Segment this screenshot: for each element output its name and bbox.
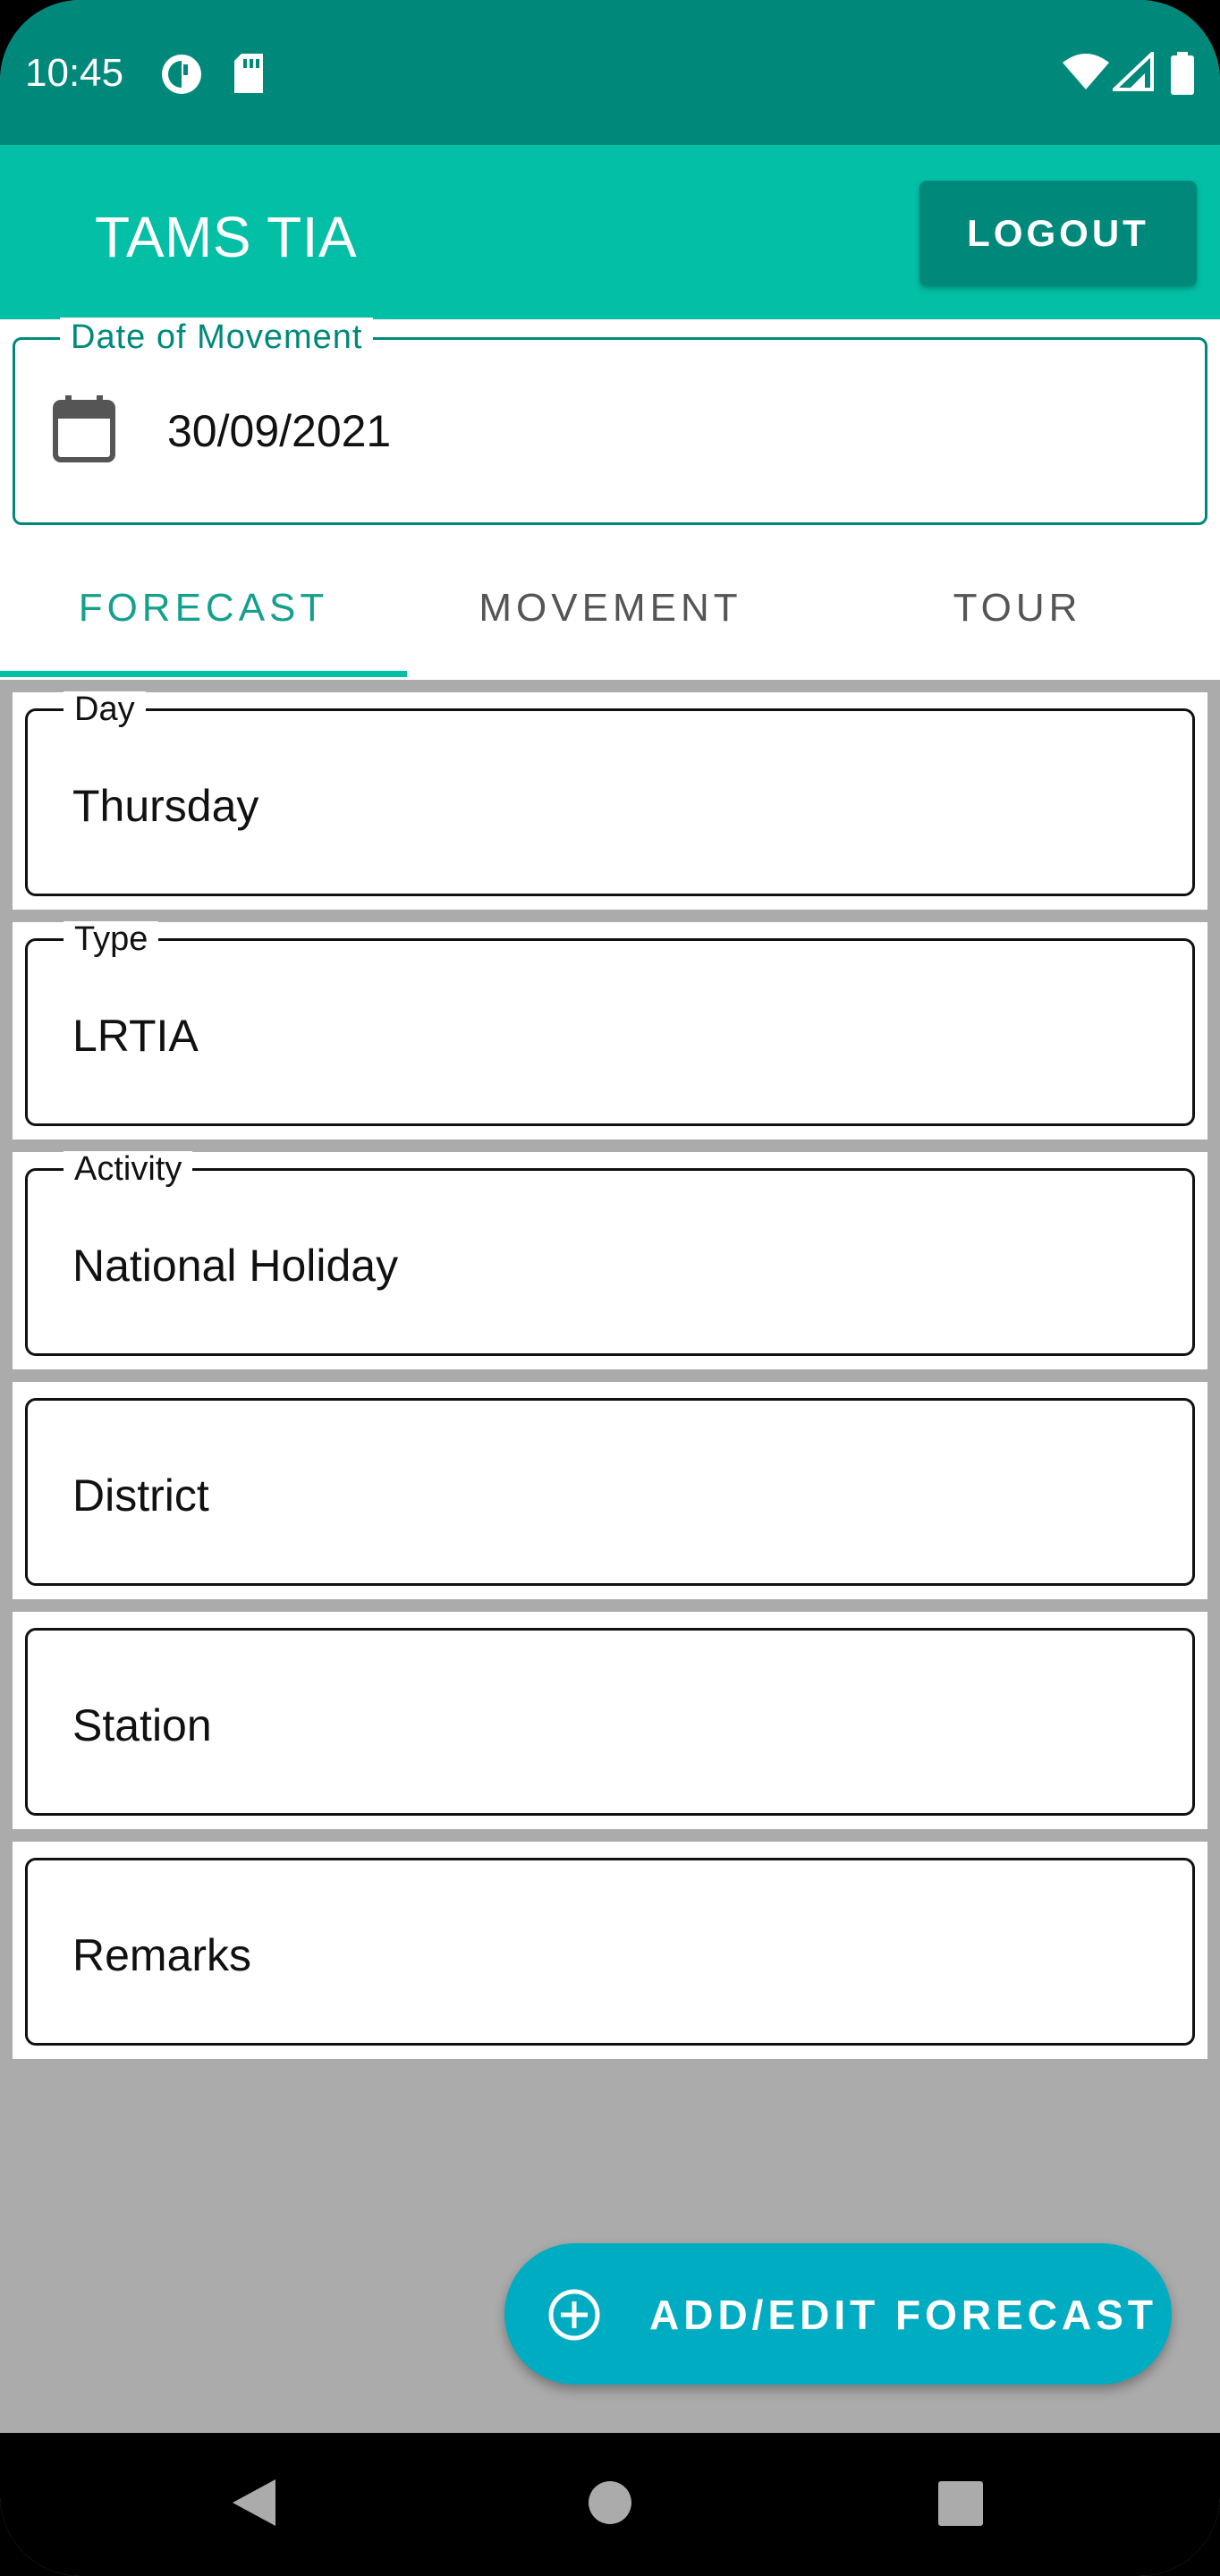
station-field[interactable]: Station	[25, 1628, 1195, 1816]
wifi-icon	[1061, 52, 1111, 96]
home-icon[interactable]	[587, 2479, 633, 2530]
add-circle-icon	[547, 2288, 601, 2346]
remarks-field-card: Remarks	[13, 1842, 1207, 2059]
activity-field-label: Activity	[64, 1151, 193, 1187]
app-title: TAMS TIA	[95, 205, 358, 269]
activity-field-value: National Holiday	[72, 1241, 399, 1291]
back-icon[interactable]	[231, 2478, 277, 2532]
date-field-label: Date of Movement	[60, 318, 374, 357]
type-field-value: LRTIA	[72, 1011, 199, 1061]
day-field[interactable]: Day Thursday	[25, 691, 1195, 896]
remarks-field[interactable]: Remarks	[25, 1858, 1195, 2046]
day-field-card: Day Thursday	[13, 691, 1207, 910]
status-bar: 10:45	[0, 0, 1220, 145]
station-field-card: Station	[13, 1612, 1207, 1829]
recents-icon[interactable]	[937, 2480, 984, 2531]
activity-field[interactable]: Activity National Holiday	[25, 1151, 1195, 1356]
remarks-field-placeholder: Remarks	[72, 1930, 252, 1980]
district-field-placeholder: District	[72, 1470, 209, 1521]
activity-field-card: Activity National Holiday	[13, 1151, 1207, 1369]
data-saver-icon	[159, 52, 204, 101]
date-value: 30/09/2021	[167, 406, 392, 456]
calendar-icon[interactable]	[53, 395, 115, 468]
tab-tour[interactable]: TOUR	[814, 537, 1220, 680]
fab-label: ADD/EDIT FORECAST	[649, 2292, 1157, 2338]
app-bar: TAMS TIA LOGOUT	[0, 145, 1220, 319]
tab-forecast[interactable]: FORECAST	[0, 537, 407, 680]
type-field-label: Type	[64, 921, 159, 957]
district-field[interactable]: District	[25, 1398, 1195, 1586]
add-edit-forecast-button[interactable]: ADD/EDIT FORECAST	[504, 2243, 1172, 2385]
forecast-form: Day Thursday Type LRTIA Activity Nationa…	[0, 680, 1220, 2433]
type-field-card: Type LRTIA	[13, 921, 1207, 1140]
tab-bar: FORECAST MOVEMENT TOUR	[0, 537, 1220, 680]
day-field-value: Thursday	[72, 781, 259, 831]
cell-signal-icon	[1110, 49, 1154, 96]
district-field-card: District	[13, 1382, 1207, 1599]
logout-button[interactable]: LOGOUT	[919, 181, 1197, 286]
station-field-placeholder: Station	[72, 1700, 212, 1750]
app-screen: 10:45 TAMS TIA LOGOUT Date of Movement 3…	[0, 0, 1220, 2576]
day-field-label: Day	[64, 691, 146, 727]
tab-indicator	[0, 671, 407, 677]
date-of-movement-field[interactable]: Date of Movement 30/09/2021	[13, 318, 1207, 525]
battery-icon	[1170, 52, 1195, 99]
tab-movement[interactable]: MOVEMENT	[407, 537, 814, 680]
status-time: 10:45	[25, 51, 124, 95]
navigation-bar	[0, 2433, 1220, 2576]
sd-card-icon	[231, 52, 267, 99]
type-field[interactable]: Type LRTIA	[25, 921, 1195, 1126]
